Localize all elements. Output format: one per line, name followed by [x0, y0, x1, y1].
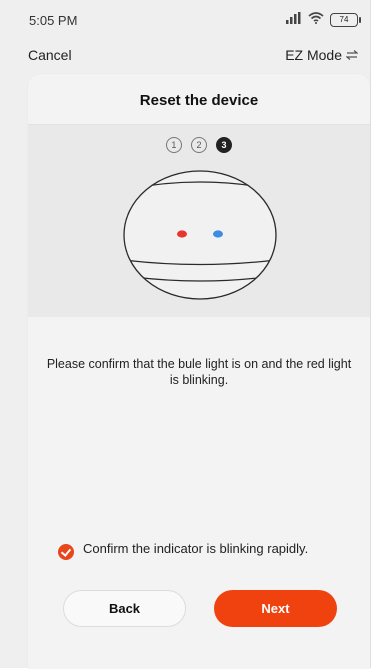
ez-mode-label: EZ Mode	[285, 47, 342, 63]
swap-arrows-icon	[345, 47, 359, 63]
step-1: 1	[165, 137, 182, 153]
checkmark-icon[interactable]	[58, 544, 74, 560]
device-illustration-panel: 1 2 3	[28, 125, 370, 317]
status-icons: 74	[286, 11, 361, 29]
step-2: 2	[191, 137, 207, 153]
wifi-icon	[308, 11, 324, 29]
confirm-label: Confirm the indicator is blinking rapidl…	[83, 541, 309, 556]
blue-indicator-light	[213, 230, 223, 238]
phone-screen: 5:05 PM 74 Cancel EZ Mode Reset the devi…	[0, 0, 371, 669]
ez-mode-button[interactable]: EZ Mode	[285, 47, 359, 63]
device-illustration	[123, 170, 277, 300]
signal-icon	[286, 11, 302, 29]
status-bar: 5:05 PM 74	[0, 0, 370, 38]
step-3-active: 3	[216, 137, 233, 153]
status-time: 5:05 PM	[29, 13, 78, 28]
page-title: Reset the device	[139, 92, 259, 109]
red-indicator-light	[177, 230, 187, 238]
reset-device-card: Reset the device 1 2 3 Please confirm th…	[28, 74, 370, 669]
cancel-button[interactable]: Cancel	[28, 47, 72, 63]
back-button[interactable]: Back	[63, 590, 186, 627]
instruction-text: Please confirm that the bule light is on…	[46, 357, 352, 387]
next-button[interactable]: Next	[214, 590, 337, 627]
battery-icon: 74	[330, 13, 361, 27]
confirm-checkbox-row[interactable]: Confirm the indicator is blinking rapidl…	[58, 541, 358, 560]
step-indicator: 1 2 3	[28, 137, 370, 153]
nav-bar: Cancel EZ Mode	[0, 40, 370, 70]
